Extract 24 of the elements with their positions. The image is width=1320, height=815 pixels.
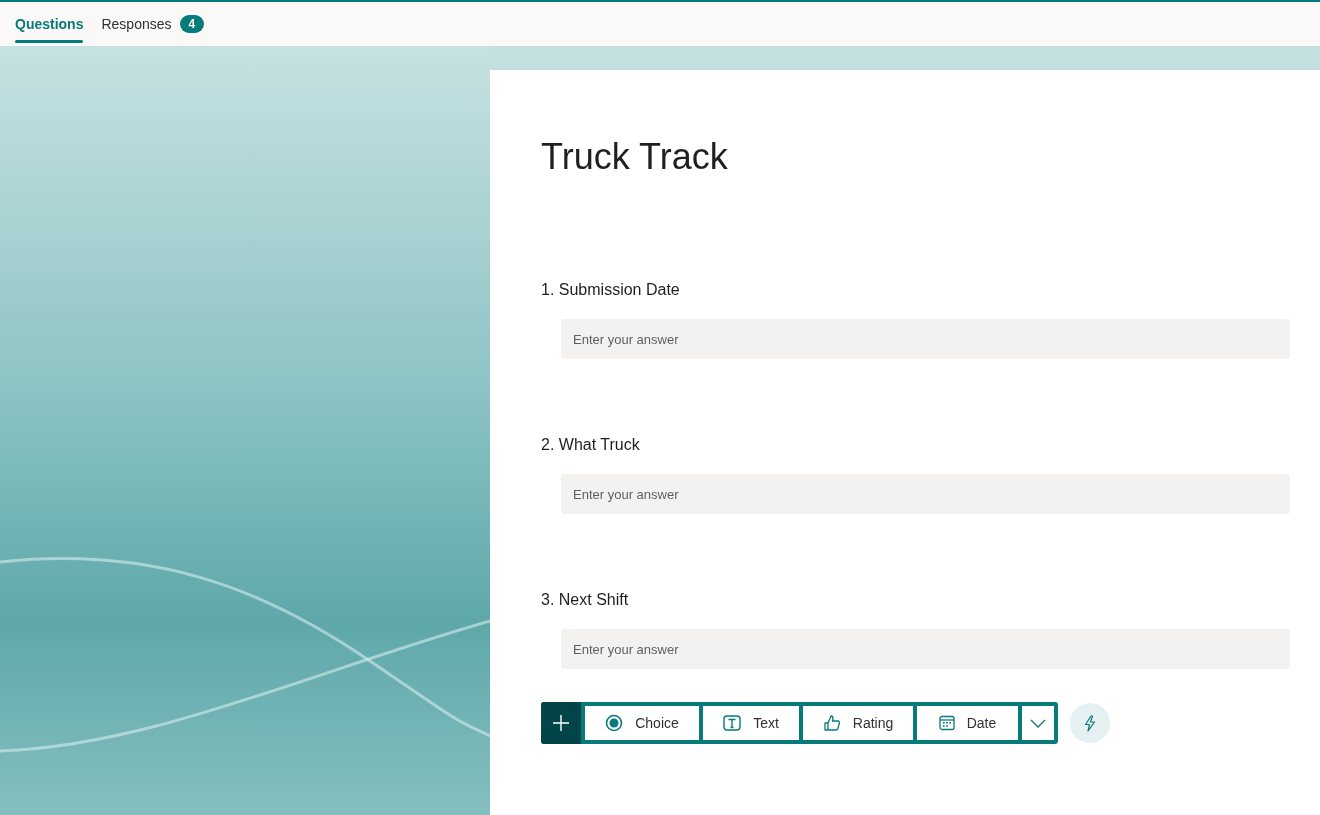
answer-field[interactable]: Enter your answer — [561, 474, 1290, 514]
more-types-button[interactable] — [1022, 706, 1054, 740]
question-type-button[interactable]: Date — [917, 706, 1018, 740]
question-label: 3. Next Shift — [541, 591, 630, 609]
question-type-button[interactable]: Text — [703, 706, 799, 740]
question-type-button[interactable]: Choice — [585, 706, 699, 740]
answer-field[interactable]: Enter your answer — [561, 629, 1290, 669]
question-label: 2. What Truck — [541, 436, 641, 454]
form-title: Truck Track — [541, 136, 728, 178]
lightning-icon — [1084, 714, 1096, 732]
tab[interactable]: Questions — [15, 2, 84, 46]
suggestions-button[interactable] — [1070, 703, 1110, 743]
radio-icon — [605, 714, 624, 732]
answer-field[interactable]: Enter your answer — [561, 319, 1290, 359]
question-type-button[interactable]: Rating — [803, 706, 913, 740]
plus-icon — [553, 715, 569, 731]
chevron-down-icon — [1030, 718, 1046, 728]
question-label: 1. Submission Date — [541, 281, 681, 299]
text-icon — [723, 715, 742, 731]
count-badge: 4 — [179, 15, 205, 33]
tab[interactable]: Responses 4 — [101, 2, 205, 46]
calendar-icon — [938, 715, 955, 731]
add-button[interactable] — [541, 702, 581, 744]
thumbs-up-icon — [822, 714, 841, 732]
